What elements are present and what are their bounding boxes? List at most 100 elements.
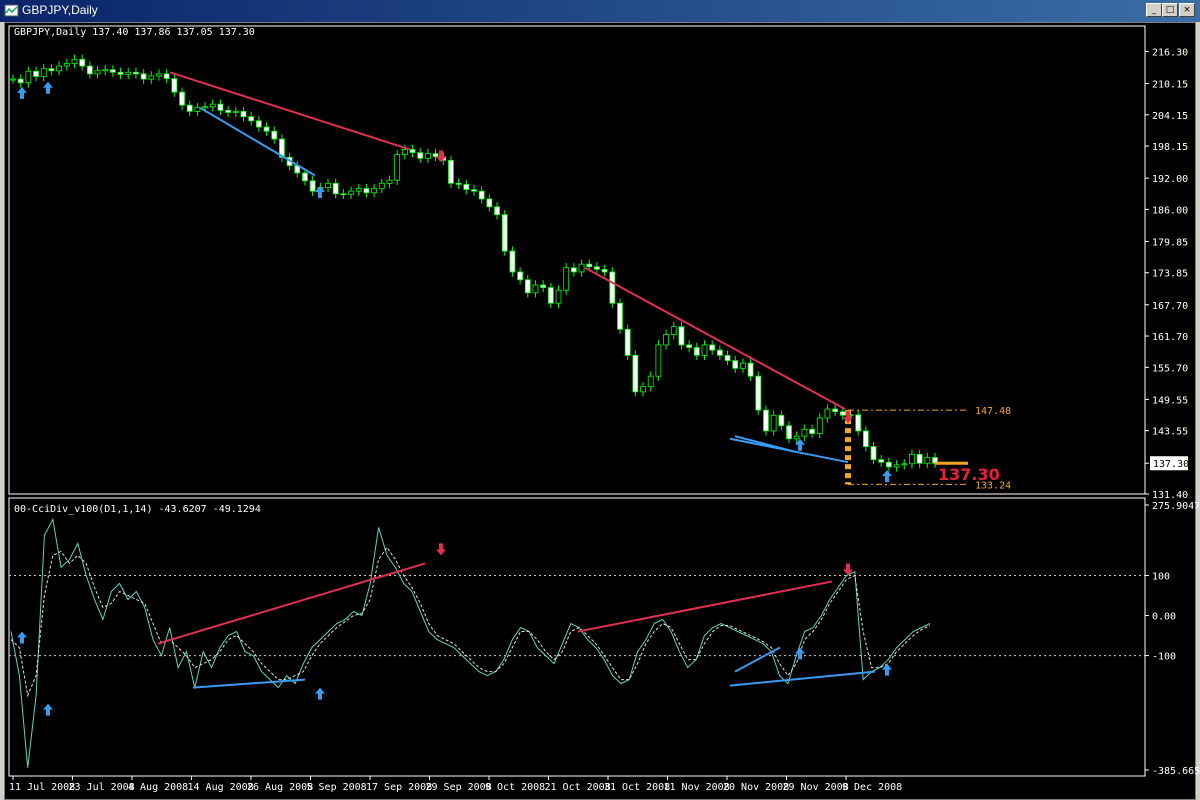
indicator-buy-arrow-icon (795, 647, 805, 660)
candle-body (378, 182, 385, 189)
bullish-divergence-line (199, 106, 316, 177)
x-tick-label: 14 Aug 2008 (188, 782, 254, 793)
candle-body (632, 354, 639, 393)
candle-body (862, 430, 869, 447)
indicator-y-tick-label: -385.665 (1152, 766, 1200, 777)
x-tick-label: 5 Sep 2008 (307, 782, 367, 793)
candle-body (325, 182, 331, 188)
x-tick-label: 20 Nov 2008 (723, 782, 789, 793)
candle-body (663, 334, 669, 346)
candle-body (494, 206, 500, 216)
candle-body (517, 271, 523, 281)
candle-body (624, 328, 631, 356)
candle-body (40, 68, 47, 77)
indicator-bullish-divergence-line (734, 646, 781, 673)
candle-body (125, 71, 132, 75)
candle-body (486, 198, 493, 208)
candle-body (509, 250, 516, 273)
candle-body (86, 65, 93, 75)
bearish-divergence-line (584, 266, 846, 410)
x-tick-label: 31 Oct 2008 (604, 782, 670, 793)
indicator-sell-arrow-icon (436, 543, 446, 556)
y-tick-label: 186.00 (1152, 205, 1188, 216)
indicator-y-tick-label: 0.00 (1152, 612, 1176, 623)
y-tick-label: 173.85 (1152, 269, 1188, 280)
candle-body (148, 75, 155, 80)
indicator-y-tick-label: 275.9047 (1152, 501, 1200, 512)
indicator-buy-arrow-icon (315, 687, 325, 700)
candle-body (678, 326, 685, 346)
candle-body (109, 69, 116, 73)
candle-body (570, 267, 577, 273)
candle-body (309, 180, 316, 192)
candle-body (179, 91, 185, 106)
candle-body (832, 408, 839, 413)
candle-body (532, 284, 539, 294)
indicator-y-tick-label: 100 (1152, 571, 1170, 582)
candle-body (647, 375, 654, 388)
candle-body (248, 116, 255, 122)
candle-body (263, 126, 270, 132)
buy-arrow-icon (43, 81, 53, 94)
candle-body (801, 428, 808, 437)
cci-signal-line (10, 546, 931, 698)
candle-body (102, 69, 109, 72)
indicator-bullish-divergence-line (729, 670, 876, 687)
candle-body (901, 463, 908, 466)
candle-body (770, 414, 777, 432)
candle-body (724, 354, 731, 361)
y-tick-label: 198.15 (1152, 142, 1188, 153)
x-tick-label: 23 Jul 2008 (69, 782, 135, 793)
candle-body (94, 70, 101, 75)
candle-body (332, 182, 339, 195)
candle-body (670, 326, 677, 335)
y-tick-label: 143.55 (1152, 427, 1188, 438)
candle-body (555, 289, 562, 304)
x-tick-label: 17 Sep 2008 (366, 782, 432, 793)
candle-body (601, 268, 608, 273)
chart-canvas[interactable]: GBPJPY,Daily 137.40 137.86 137.05 137.30… (0, 0, 1200, 800)
candle-body (524, 279, 531, 294)
candle-body (809, 428, 815, 434)
candle-body (71, 58, 78, 64)
candle-body (56, 65, 62, 72)
y-tick-label: 210.15 (1152, 80, 1188, 91)
candle-body (455, 182, 462, 185)
candle-body (33, 70, 39, 77)
indicator-bearish-divergence-line (157, 562, 426, 645)
candle-body (755, 375, 762, 411)
candle-body (240, 111, 247, 118)
candle-body (394, 154, 401, 181)
candle-body (463, 183, 470, 190)
x-tick-label: 4 Aug 2008 (128, 782, 188, 793)
y-tick-label: 216.30 (1152, 47, 1188, 58)
candle-body (163, 73, 170, 79)
x-tick-label: 26 Aug 2008 (247, 782, 313, 793)
candle-body (824, 408, 831, 419)
indicator-header: 00-CciDiv_v100(D1,1,14) -43.6207 -49.129… (14, 504, 261, 515)
indicator-bearish-divergence-line (577, 580, 833, 633)
y-tick-label: 167.70 (1152, 301, 1188, 312)
candle-body (371, 188, 378, 194)
x-tick-label: 9 Oct 2008 (485, 782, 545, 793)
buy-arrow-icon (882, 470, 892, 483)
y-tick-label: 204.15 (1152, 111, 1188, 122)
candle-body (740, 362, 746, 369)
candle-body (655, 344, 662, 377)
candle-body (355, 188, 362, 192)
candle-body (640, 386, 646, 393)
candle-body (594, 266, 600, 270)
candle-body (386, 179, 393, 184)
candle-body (778, 414, 785, 427)
y-tick-label: 192.00 (1152, 174, 1188, 185)
candle-body (709, 344, 716, 351)
y-tick-label: 179.85 (1152, 237, 1188, 248)
candle-body (617, 302, 623, 330)
x-tick-label: 11 Jul 2008 (9, 782, 75, 793)
y-tick-label: 155.70 (1152, 363, 1188, 374)
candle-body (271, 130, 278, 140)
bullish-divergence-line (734, 435, 796, 453)
x-tick-label: 29 Sep 2008 (426, 782, 492, 793)
indicator-y-tick-label: -100 (1152, 652, 1176, 663)
candle-body (48, 68, 55, 72)
